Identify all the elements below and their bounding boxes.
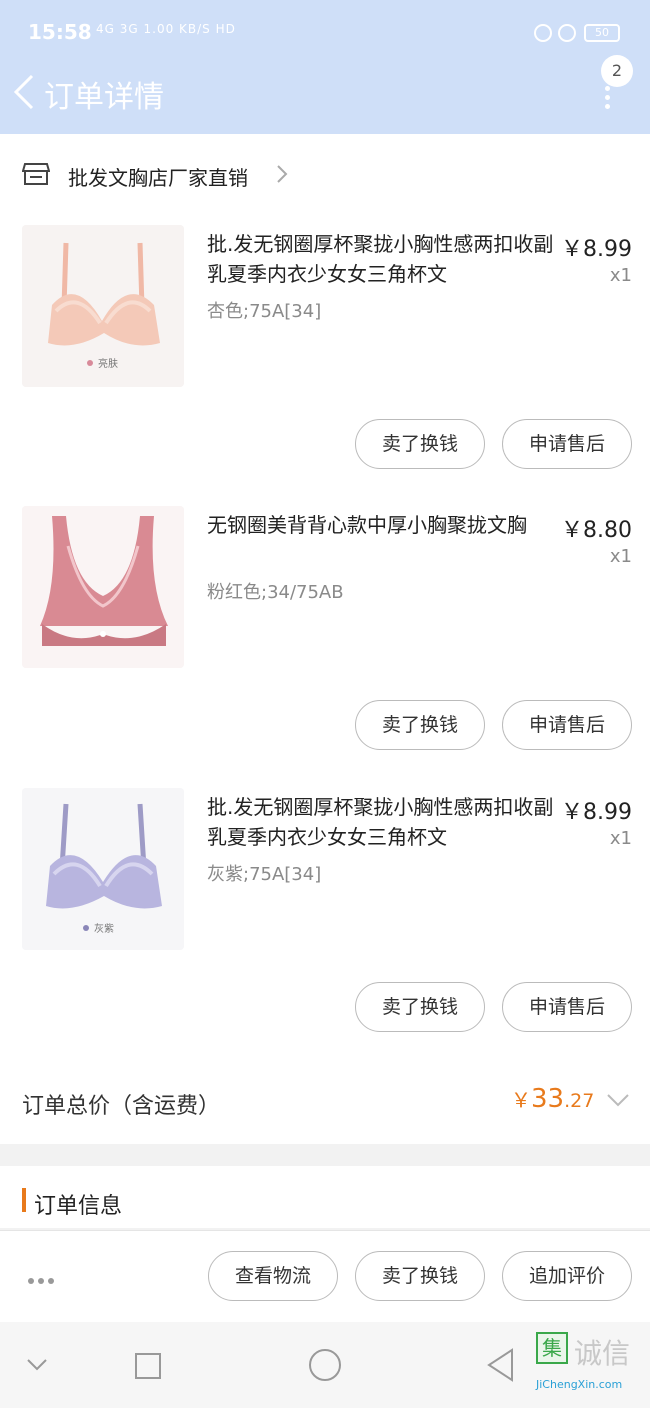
product-qty: x1 (609, 546, 632, 567)
total-currency: ￥ (511, 1088, 531, 1112)
bra-product-image (22, 506, 184, 668)
view-logistics-button[interactable]: 查看物流 (208, 1251, 338, 1301)
app-header: 15:58 4G 3G 1.00 KB/S HD 50 订单详情 2 (0, 0, 650, 134)
chevron-down-icon[interactable] (606, 1092, 630, 1108)
more-horizontal-icon (28, 1278, 34, 1284)
chevron-left-icon (13, 74, 34, 110)
thumb-label: 亮肤 (98, 357, 118, 370)
page-title: 订单详情 (44, 80, 164, 115)
product-name[interactable]: 批.发无钢圈厚杯聚拢小胸性感两扣收副乳夏季内衣少女女三角杯文 (207, 792, 557, 852)
more-menu-button[interactable] (602, 86, 612, 110)
watermark-mark: 集 (536, 1332, 568, 1364)
product-thumbnail[interactable]: 灰紫 (22, 788, 184, 950)
resell-button[interactable]: 卖了换钱 (355, 1251, 485, 1301)
nav-recents-icon[interactable] (134, 1352, 162, 1380)
nav-collapse-icon[interactable] (26, 1358, 48, 1372)
product-thumbnail[interactable] (22, 506, 184, 668)
resell-button[interactable]: 卖了换钱 (355, 700, 485, 750)
network-indicator: 4G 3G 1.00 KB/S HD (96, 22, 236, 36)
product-sku: 杏色;75A[34] (207, 301, 322, 322)
product-name[interactable]: 无钢圈美背背心款中厚小胸聚拢文胸 (207, 510, 557, 540)
product-price: ￥8.99 (561, 800, 632, 825)
product-price: ￥8.99 (561, 237, 632, 262)
order-item[interactable]: 亮肤 批.发无钢圈厚杯聚拢小胸性感两扣收副乳夏季内衣少女女三角杯文 杏色;75A… (0, 225, 650, 485)
section-accent-bar (22, 1188, 26, 1212)
product-qty: x1 (609, 828, 632, 849)
bra-product-image: 亮肤 (22, 225, 184, 387)
add-review-button[interactable]: 追加评价 (502, 1251, 632, 1301)
more-actions-button[interactable] (28, 1269, 62, 1284)
product-name[interactable]: 批.发无钢圈厚杯聚拢小胸性感两扣收副乳夏季内衣少女女三角杯文 (207, 229, 557, 289)
product-sku: 粉红色;34/75AB (207, 582, 344, 603)
alarm-icon (558, 24, 576, 42)
nav-home-icon[interactable] (308, 1348, 342, 1382)
after-sale-button[interactable]: 申请售后 (502, 419, 632, 469)
back-button[interactable] (10, 72, 40, 112)
bottom-action-bar: 查看物流 卖了换钱 追加评价 (0, 1230, 650, 1322)
status-bar: 15:58 4G 3G 1.00 KB/S HD 50 (0, 0, 650, 66)
watermark-logo: 集 诚信 JiChengXin.com (536, 1332, 646, 1392)
total-integer: 33 (531, 1084, 565, 1114)
lock-icon (534, 24, 552, 42)
total-decimal: .27 (564, 1090, 595, 1112)
watermark-text: 诚信 (574, 1337, 631, 1370)
after-sale-button[interactable]: 申请售后 (502, 982, 632, 1032)
order-info-title: 订单信息 (34, 1194, 123, 1219)
bra-product-image: 灰紫 (22, 788, 184, 950)
order-item[interactable]: 无钢圈美背背心款中厚小胸聚拢文胸 粉红色;34/75AB ￥8.80 x1 卖了… (0, 506, 650, 766)
thumb-label: 灰紫 (94, 922, 114, 935)
order-item[interactable]: 灰紫 批.发无钢圈厚杯聚拢小胸性感两扣收副乳夏季内衣少女女三角杯文 灰紫;75A… (0, 788, 650, 1048)
product-thumbnail[interactable]: 亮肤 (22, 225, 184, 387)
store-icon (22, 163, 50, 185)
status-time: 15:58 (28, 20, 92, 44)
nav-back-icon[interactable] (486, 1348, 516, 1382)
resell-button[interactable]: 卖了换钱 (355, 982, 485, 1032)
product-sku: 灰紫;75A[34] (207, 864, 322, 885)
order-info-section: 订单信息 (0, 1166, 650, 1228)
watermark-url: JiChengXin.com (536, 1378, 623, 1391)
shop-name: 批发文胸店厂家直销 (68, 166, 248, 190)
product-qty: x1 (609, 265, 632, 286)
notification-badge: 2 (601, 55, 633, 87)
order-total-price: ￥33.27 (511, 1084, 594, 1114)
battery-icon: 50 (584, 24, 620, 42)
resell-button[interactable]: 卖了换钱 (355, 419, 485, 469)
order-total-label: 订单总价（含运费） (22, 1094, 221, 1119)
order-card: 批发文胸店厂家直销 亮肤 批.发无钢圈厚杯聚拢小胸性感两扣收副乳夏季内衣少女女三… (0, 134, 650, 1144)
product-price: ￥8.80 (561, 518, 632, 543)
chevron-right-icon (277, 165, 288, 183)
more-vertical-icon (604, 86, 610, 91)
after-sale-button[interactable]: 申请售后 (502, 700, 632, 750)
